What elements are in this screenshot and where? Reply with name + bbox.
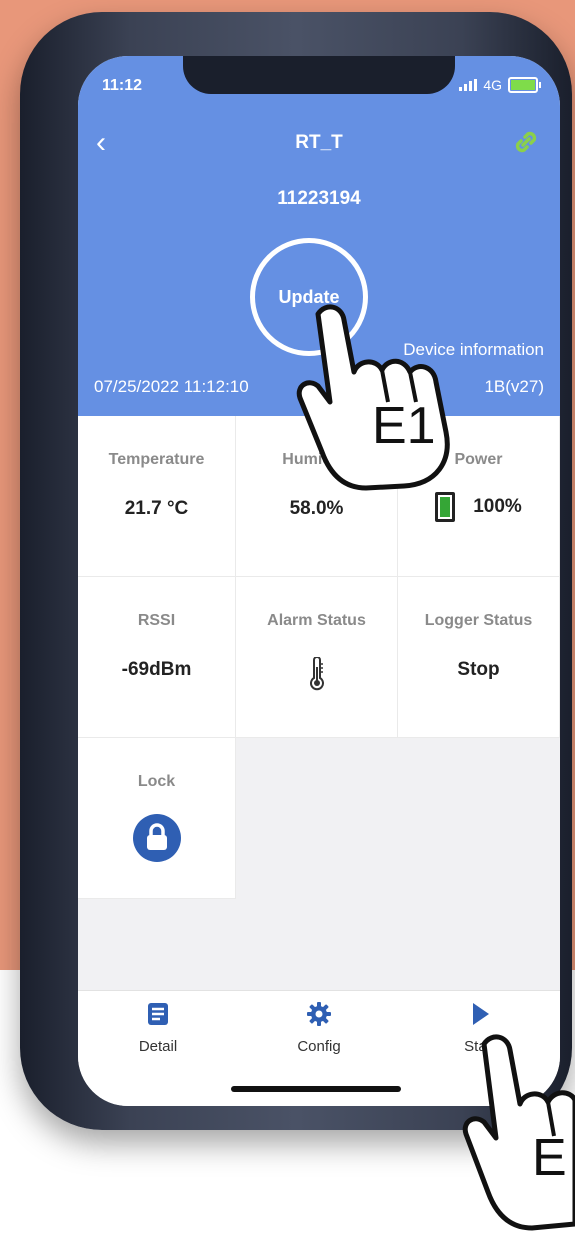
lock-icon[interactable] xyxy=(132,814,181,862)
annotation-e: E xyxy=(532,1129,567,1187)
thermometer-icon xyxy=(309,657,324,691)
phone-frame: 11:12 4G ‹ RT_T 11223194 Update 07/25/20 xyxy=(20,12,572,1130)
reading-grid: Temperature 21.7 °C Humidity 58.0% Power… xyxy=(78,416,560,899)
device-information-link[interactable]: Device information xyxy=(403,340,544,360)
temperature-label: Temperature xyxy=(108,451,205,468)
rssi-cell: RSSI -69dBm xyxy=(78,577,236,738)
humidity-cell: Humidity 58.0% xyxy=(236,416,398,577)
update-label: Update xyxy=(278,286,340,307)
tab-config[interactable]: Config xyxy=(239,991,399,1055)
play-icon xyxy=(473,1003,489,1025)
link-icon[interactable] xyxy=(510,126,542,158)
tab-config-label: Config xyxy=(297,1038,341,1055)
page-title: RT_T xyxy=(295,132,343,153)
rssi-label: RSSI xyxy=(137,612,176,629)
tab-detail-label: Detail xyxy=(138,1038,178,1055)
app-screen: 11:12 4G ‹ RT_T 11223194 Update 07/25/20 xyxy=(78,56,560,1106)
lock-label: Lock xyxy=(137,773,176,790)
tab-start[interactable]: Start xyxy=(400,991,560,1055)
temperature-cell: Temperature 21.7 °C xyxy=(78,416,236,577)
status-indicators: 4G xyxy=(459,77,541,93)
power-cell: Power 100% xyxy=(398,416,560,577)
firmware-version: 1B(v27) xyxy=(484,377,544,396)
tab-start-label: Start xyxy=(464,1038,496,1055)
signal-icon xyxy=(459,79,478,91)
humidity-label: Humidity xyxy=(282,451,351,468)
battery-icon xyxy=(508,77,541,93)
logger-status-cell: Logger Status Stop xyxy=(398,577,560,738)
power-value: 100% xyxy=(473,496,522,517)
network-label: 4G xyxy=(483,77,502,93)
logger-status-label: Logger Status xyxy=(424,612,533,629)
alarm-status-label: Alarm Status xyxy=(267,612,366,629)
empty-cell xyxy=(236,738,398,899)
device-header: 11:12 4G ‹ RT_T 11223194 Update 07/25/20 xyxy=(78,56,560,416)
power-label: Power xyxy=(454,451,503,468)
phone-notch xyxy=(183,56,455,94)
rssi-value: -69dBm xyxy=(121,659,192,680)
logger-status-value: Stop xyxy=(457,659,500,680)
gear-icon xyxy=(307,1002,331,1026)
battery-level-icon xyxy=(435,492,456,522)
empty-cell xyxy=(398,738,560,899)
tab-detail[interactable]: Detail xyxy=(78,991,238,1055)
home-indicator xyxy=(231,1086,401,1092)
alarm-status-cell: Alarm Status xyxy=(236,577,398,738)
device-serial: 11223194 xyxy=(277,188,361,209)
status-time: 11:12 xyxy=(102,77,143,94)
document-icon xyxy=(148,1003,168,1025)
update-button[interactable]: Update xyxy=(250,238,368,356)
temperature-value: 21.7 °C xyxy=(124,498,189,519)
lock-cell[interactable]: Lock xyxy=(78,738,236,899)
humidity-value: 58.0% xyxy=(289,498,344,519)
last-update-time: 07/25/2022 11:12:10 xyxy=(94,377,249,396)
